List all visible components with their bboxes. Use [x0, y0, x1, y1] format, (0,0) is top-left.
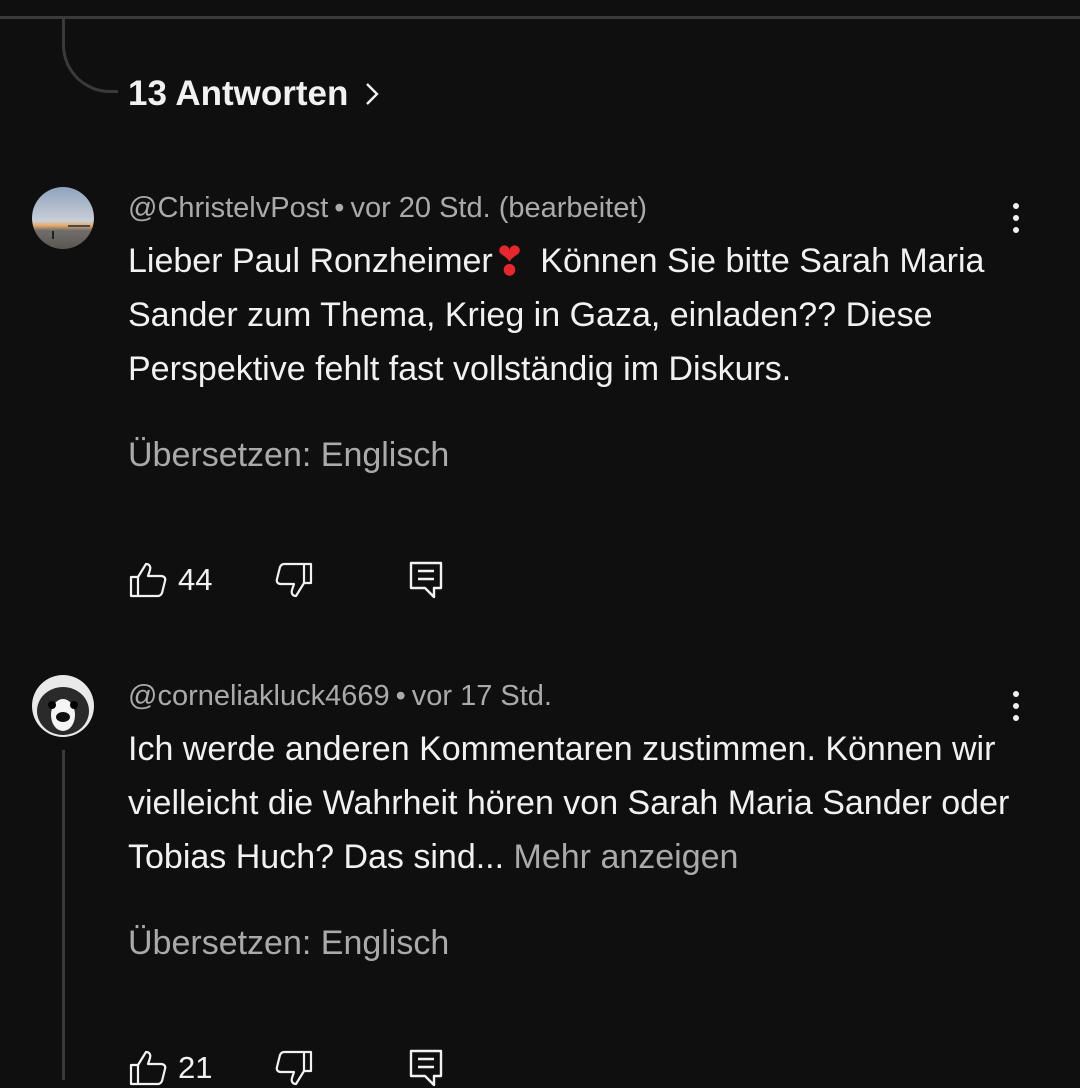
meta-separator: • — [395, 680, 406, 712]
comment-author[interactable]: @corneliakluck4669 — [128, 680, 390, 712]
more-vertical-icon — [1013, 203, 1019, 209]
comment-text: Ich werde anderen Kommentaren zustimmen.… — [128, 722, 1018, 884]
thumb-down-icon — [275, 562, 313, 598]
show-more-link[interactable]: Mehr anzeigen — [514, 838, 739, 876]
thumb-up-icon — [129, 562, 167, 598]
comment-text-part: Lieber Paul Ronzheimer — [128, 242, 493, 280]
like-count: 44 — [178, 562, 213, 597]
top-divider — [0, 16, 1080, 19]
thread-connector — [62, 19, 118, 93]
chevron-right-icon — [366, 83, 380, 105]
like-count: 21 — [178, 1050, 213, 1085]
replies-label: 13 Antworten — [128, 74, 349, 113]
avatar-image — [32, 675, 94, 737]
dislike-button[interactable] — [274, 1048, 314, 1088]
heart-emoji: ❣ — [492, 240, 527, 284]
reply-button[interactable] — [406, 1048, 446, 1088]
comment-text: Lieber Paul Ronzheimer❣ Können Sie bitte … — [128, 234, 1018, 396]
comment-meta: @ChristelvPost • vor 20 Std. (bearbeitet) — [128, 192, 647, 225]
translate-link[interactable]: Übersetzen: Englisch — [128, 924, 449, 963]
reply-button[interactable] — [406, 560, 446, 600]
avatar-image — [32, 187, 94, 249]
like-button[interactable]: 44 — [128, 560, 212, 600]
thumb-up-icon — [129, 1050, 167, 1086]
avatar[interactable] — [32, 187, 94, 249]
reply-comment-icon — [409, 561, 443, 599]
reply-comment-icon — [409, 1049, 443, 1087]
avatar[interactable] — [32, 675, 94, 737]
comment-timestamp: vor 20 Std. (bearbeitet) — [350, 192, 648, 224]
like-button[interactable]: 21 — [128, 1048, 212, 1088]
comment-timestamp: vor 17 Std. — [411, 680, 552, 712]
comment-author[interactable]: @ChristelvPost — [128, 192, 328, 224]
comment-meta: @corneliakluck4669 • vor 17 Std. — [128, 680, 552, 713]
translate-link[interactable]: Übersetzen: Englisch — [128, 436, 449, 475]
meta-separator: • — [334, 192, 345, 224]
thumb-down-icon — [275, 1050, 313, 1086]
dislike-button[interactable] — [274, 560, 314, 600]
more-vertical-icon — [1013, 691, 1019, 697]
view-replies-button[interactable]: 13 Antworten — [128, 72, 384, 116]
thread-line — [62, 750, 65, 1080]
